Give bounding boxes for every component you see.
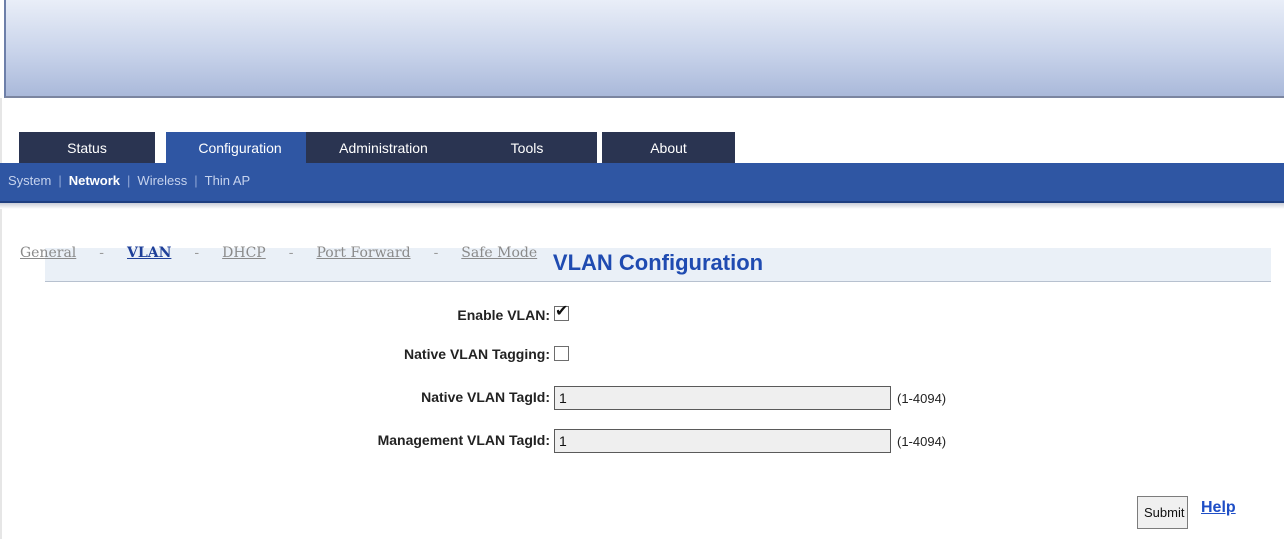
page-link-port-forward[interactable]: Port Forward [316, 245, 410, 261]
native-vlan-tagging-checkbox[interactable] [554, 346, 569, 361]
page-link-general[interactable]: General [20, 245, 76, 261]
enable-vlan-checkbox[interactable]: ✔ [554, 303, 569, 321]
tab-configuration[interactable]: Configuration [166, 132, 314, 163]
management-vlan-tagid-range: (1-4094) [897, 434, 947, 449]
subnav-shadow [0, 203, 1284, 209]
help-link[interactable]: Help [1201, 499, 1236, 517]
page-link-separator: - [194, 245, 200, 261]
tab-about[interactable]: About [602, 132, 735, 163]
submit-button[interactable]: Submit [1137, 496, 1188, 529]
page-link-vlan[interactable]: VLAN [127, 245, 171, 261]
page-link-dhcp[interactable]: DHCP [222, 245, 266, 261]
tab-administration[interactable]: Administration [306, 132, 461, 163]
tab-status[interactable]: Status [19, 132, 155, 163]
subnav: System | Network | Wireless | Thin AP [8, 173, 250, 188]
header-banner [4, 0, 1284, 98]
management-vlan-tagid-label: Management VLAN TagId: [377, 432, 550, 448]
native-vlan-tagging-label: Native VLAN Tagging: [404, 346, 550, 362]
page-links: General - VLAN - DHCP - Port Forward - Safe Mode [20, 245, 537, 261]
tab-tools[interactable]: Tools [457, 132, 597, 163]
native-vlan-tagid-range: (1-4094) [897, 391, 947, 406]
page-link-separator: - [99, 245, 105, 261]
native-vlan-tagid-label: Native VLAN TagId: [421, 389, 550, 405]
enable-vlan-label: Enable VLAN: [457, 307, 550, 323]
page: Status Configuration Administration Tool… [0, 0, 1284, 539]
subnav-separator: | [127, 173, 131, 188]
page-link-separator: - [288, 245, 294, 261]
subnav-bar: System | Network | Wireless | Thin AP [0, 163, 1284, 203]
checkmark-icon: ✔ [555, 303, 569, 320]
subnav-separator: | [194, 173, 198, 188]
management-vlan-tagid-input[interactable] [554, 429, 891, 453]
page-link-safe-mode[interactable]: Safe Mode [461, 245, 537, 261]
native-vlan-tagid-input[interactable] [554, 386, 891, 410]
subnav-item-thin-ap[interactable]: Thin AP [205, 173, 251, 188]
subnav-item-system[interactable]: System [8, 173, 51, 188]
subnav-separator: | [58, 173, 62, 188]
subnav-item-wireless[interactable]: Wireless [137, 173, 187, 188]
subnav-item-network[interactable]: Network [69, 173, 120, 188]
page-link-separator: - [433, 245, 439, 261]
